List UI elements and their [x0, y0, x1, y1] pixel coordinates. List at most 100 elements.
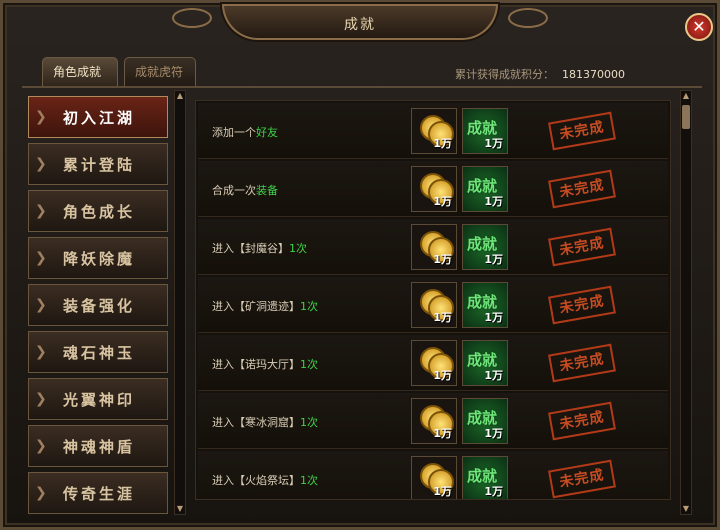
sidebar-item[interactable]: ❯ 累计登陆 — [28, 143, 168, 185]
gold-reward[interactable]: 1万 — [411, 398, 457, 444]
achievement-points-amount: 1万 — [484, 253, 503, 266]
tab-achievement-tiger-tally[interactable]: 成就虎符 — [124, 57, 196, 87]
gold-reward-amount: 1万 — [433, 369, 452, 382]
sidebar-item-label: 累计登陆 — [63, 156, 136, 174]
title-plate: 成就 — [222, 4, 498, 40]
sidebar-item-label: 魂石神玉 — [63, 344, 136, 362]
sidebar-scroll-down-icon[interactable]: ▼ — [175, 504, 185, 514]
chevron-right-icon: ❯ — [35, 391, 47, 407]
achievement-description: 进入【封魔谷】1次 — [212, 240, 307, 256]
list-scroll-thumb[interactable] — [682, 105, 690, 129]
achievement-text: 进入【寒冰洞窟】 — [212, 416, 300, 429]
achievement-highlight: 1次 — [300, 416, 318, 429]
sidebar-item-label: 传奇生涯 — [63, 485, 136, 503]
achievement-highlight: 好友 — [256, 126, 278, 139]
sidebar-item[interactable]: ❯ 初入江湖 — [28, 96, 168, 138]
achievement-points-reward[interactable]: 成就 1万 — [462, 166, 508, 212]
chevron-right-icon: ❯ — [35, 156, 47, 172]
achievement-text: 进入【诺玛大厅】 — [212, 358, 300, 371]
sidebar-item-label: 降妖除魔 — [63, 250, 136, 268]
tab-character-achievements[interactable]: 角色成就 — [42, 57, 118, 87]
achievement-row: 合成一次装备 1万 成就 1万 未完成 — [198, 161, 668, 217]
achievement-description: 进入【寒冰洞窟】1次 — [212, 414, 318, 430]
achievement-points-reward[interactable]: 成就 1万 — [462, 398, 508, 444]
achievement-row: 进入【火焰祭坛】1次 1万 成就 1万 未完成 — [198, 451, 668, 499]
achievement-row: 进入【矿洞遗迹】1次 1万 成就 1万 未完成 — [198, 277, 668, 333]
sidebar-scroll-up-icon[interactable]: ▲ — [175, 91, 185, 101]
chevron-right-icon: ❯ — [35, 297, 47, 313]
close-button[interactable]: ✕ — [685, 13, 713, 41]
achievement-text: 进入【封魔谷】 — [212, 242, 289, 255]
achievement-points-amount: 1万 — [484, 137, 503, 150]
list-scrollbar[interactable]: ▲ ▼ — [680, 90, 692, 515]
gold-reward[interactable]: 1万 — [411, 108, 457, 154]
chevron-right-icon: ❯ — [35, 438, 47, 454]
list-scroll-up-icon[interactable]: ▲ — [681, 91, 691, 101]
gold-reward-amount: 1万 — [433, 427, 452, 440]
incomplete-stamp: 未完成 — [548, 459, 616, 499]
sidebar-item-label: 初入江湖 — [63, 109, 136, 127]
sidebar-item[interactable]: ❯ 装备强化 — [28, 284, 168, 326]
sidebar-item[interactable]: ❯ 角色成长 — [28, 190, 168, 232]
achievement-highlight: 1次 — [300, 358, 318, 371]
achievement-row: 进入【寒冰洞窟】1次 1万 成就 1万 未完成 — [198, 393, 668, 449]
sidebar-item[interactable]: ❯ 神魂神盾 — [28, 425, 168, 467]
incomplete-stamp: 未完成 — [548, 343, 616, 383]
sidebar-item[interactable]: ❯ 光翼神印 — [28, 378, 168, 420]
sidebar-item-label: 角色成长 — [63, 203, 136, 221]
sidebar-item[interactable]: ❯ 传奇生涯 — [28, 472, 168, 514]
achievement-description: 进入【诺玛大厅】1次 — [212, 356, 318, 372]
achievement-highlight: 1次 — [289, 242, 307, 255]
achievement-highlight: 1次 — [300, 300, 318, 313]
achievement-row: 添加一个好友 1万 成就 1万 未完成 — [198, 103, 668, 159]
achievement-points-amount: 1万 — [484, 311, 503, 324]
achievement-description: 添加一个好友 — [212, 124, 278, 140]
incomplete-stamp: 未完成 — [548, 227, 616, 267]
sidebar-item[interactable]: ❯ 降妖除魔 — [28, 237, 168, 279]
chevron-right-icon: ❯ — [35, 250, 47, 266]
achievement-points-amount: 1万 — [484, 195, 503, 208]
gold-reward-amount: 1万 — [433, 253, 452, 266]
gold-reward[interactable]: 1万 — [411, 224, 457, 270]
gold-reward[interactable]: 1万 — [411, 282, 457, 328]
achievement-description: 进入【火焰祭坛】1次 — [212, 472, 318, 488]
panel-divider — [22, 86, 702, 88]
gold-reward-amount: 1万 — [433, 195, 452, 208]
sidebar-item-label: 光翼神印 — [63, 391, 136, 409]
gold-reward-amount: 1万 — [433, 311, 452, 324]
gold-reward[interactable]: 1万 — [411, 166, 457, 212]
achievement-description: 进入【矿洞遗迹】1次 — [212, 298, 318, 314]
title-ornament-left — [172, 8, 212, 28]
achievement-points-reward[interactable]: 成就 1万 — [462, 456, 508, 499]
achievement-points-reward[interactable]: 成就 1万 — [462, 282, 508, 328]
sidebar-scrollbar[interactable]: ▲ ▼ — [174, 90, 186, 515]
incomplete-stamp: 未完成 — [548, 401, 616, 441]
chevron-right-icon: ❯ — [35, 485, 47, 501]
gold-reward-amount: 1万 — [433, 485, 452, 498]
achievement-text: 进入【矿洞遗迹】 — [212, 300, 300, 313]
chevron-right-icon: ❯ — [35, 109, 47, 125]
incomplete-stamp: 未完成 — [548, 285, 616, 325]
achievement-description: 合成一次装备 — [212, 182, 278, 198]
incomplete-stamp: 未完成 — [548, 169, 616, 209]
chevron-right-icon: ❯ — [35, 344, 47, 360]
achievement-row: 进入【诺玛大厅】1次 1万 成就 1万 未完成 — [198, 335, 668, 391]
category-sidebar: ❯ 初入江湖 ❯ 累计登陆 ❯ 角色成长 ❯ 降妖除魔 ❯ 装备强化 ❯ 魂石神玉 ❯ 光翼神印 ❯ 神魂神盾… — [28, 90, 172, 515]
sidebar-item[interactable]: ❯ 魂石神玉 — [28, 331, 168, 373]
score-value: 181370000 — [562, 68, 625, 81]
chevron-right-icon: ❯ — [35, 203, 47, 219]
score-label: 累计获得成就积分： — [455, 68, 554, 81]
gold-reward[interactable]: 1万 — [411, 340, 457, 386]
incomplete-stamp: 未完成 — [548, 111, 616, 151]
gold-reward[interactable]: 1万 — [411, 456, 457, 499]
achievement-points-amount: 1万 — [484, 427, 503, 440]
window-title: 成就 — [344, 17, 376, 33]
achievement-points-reward[interactable]: 成就 1万 — [462, 108, 508, 154]
achievement-points-reward[interactable]: 成就 1万 — [462, 224, 508, 270]
achievement-text: 添加一个 — [212, 126, 256, 139]
sidebar-item-label: 神魂神盾 — [63, 438, 136, 456]
achievement-points-reward[interactable]: 成就 1万 — [462, 340, 508, 386]
achievement-highlight: 装备 — [256, 184, 278, 197]
achievement-text: 合成一次 — [212, 184, 256, 197]
list-scroll-down-icon[interactable]: ▼ — [681, 504, 691, 514]
